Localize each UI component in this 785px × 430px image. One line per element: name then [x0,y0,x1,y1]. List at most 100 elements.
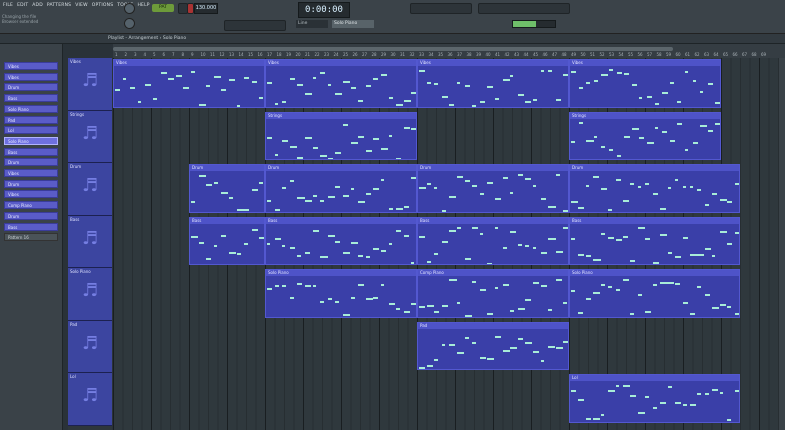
pattern-item[interactable]: Vibes [4,62,58,70]
pattern-item[interactable]: Bass [4,94,58,103]
pattern-item[interactable]: Bass [4,147,58,156]
pattern-item[interactable]: Vibes [4,72,58,81]
note-mark [645,310,652,313]
pattern-item[interactable]: Solo Piano [4,136,58,145]
note-mark [343,313,350,316]
pattern-clip[interactable]: Strings [265,111,417,160]
note-mark [707,129,713,132]
master-volume-knob[interactable] [124,3,135,14]
pattern-item[interactable]: Lol [4,126,58,135]
note-mark [297,282,302,285]
pattern-clip[interactable]: Vibes [113,59,265,108]
pattern-clip[interactable]: Comp Piano [417,269,569,318]
note-mark [358,99,364,102]
note-mark [449,103,454,106]
menu-item-edit[interactable]: EDIT [16,3,29,11]
pattern-clip[interactable]: Drum [189,164,265,213]
track-header[interactable]: Solo Piano ♬ [68,268,112,321]
pattern-item[interactable]: Comp Piano [4,201,58,210]
tempo-display[interactable]: 130.000 [194,3,218,14]
window-shortcuts-group[interactable] [478,3,570,14]
track-header[interactable]: Drum ♬ [68,163,112,216]
pattern-clip[interactable]: Vibes [417,59,569,108]
note-mark [236,253,241,256]
clip-label: Vibes [114,60,264,66]
note-mark [206,258,212,261]
track-header[interactable]: Lol ♬ [68,373,112,426]
pattern-clip[interactable]: Drum [265,164,417,213]
pattern-clip[interactable]: Solo Piano [265,269,417,318]
pattern-item[interactable]: Drum [4,158,58,167]
master-pitch-knob[interactable] [124,18,135,29]
note-mark [411,127,416,130]
menu-item-file[interactable]: FILE [2,3,14,11]
pattern-item[interactable]: Drum [4,211,58,220]
note-mark [548,69,552,72]
pattern-clip[interactable]: Bass [189,216,265,265]
pattern-clip[interactable]: Pad [417,321,569,370]
pattern-clip[interactable]: Bass [569,216,740,265]
ruler-bar-number: 32 [409,52,415,57]
note-mark [343,80,351,83]
note-mark [517,94,525,97]
pattern-item[interactable]: Bass [4,222,58,231]
ruler-bar-number: 60 [675,52,681,57]
note-mark [419,186,427,189]
ruler-bar-number: 48 [561,52,567,57]
note-mark [712,306,719,309]
track-header[interactable]: Bass ♬ [68,215,112,268]
track-header[interactable]: Vibes ♬ [68,58,112,111]
pattern-item[interactable]: Solo Piano [4,104,58,113]
track-name: Lol [70,374,76,379]
record-button[interactable] [187,3,194,14]
pattern-clip[interactable]: Solo Piano [569,269,740,318]
playlist-grid[interactable]: Vibes Vibes Vibes Vibes Strings Strings Drum Dr… [113,58,779,430]
note-mark [608,208,613,211]
pattern-clip[interactable]: Strings [569,111,721,160]
pattern-clip[interactable]: Bass [265,216,417,265]
pattern-clip[interactable]: Lol [569,374,740,423]
menu-item-add[interactable]: ADD [31,3,44,11]
pattern-clip[interactable]: Bass [417,216,569,265]
pattern-item[interactable]: Drum [4,179,58,188]
note-mark [464,258,472,261]
note-mark [441,304,449,307]
note-mark [358,135,365,138]
pattern-item[interactable]: Drum [4,83,58,92]
pattern-item[interactable]: Pattern 16 [4,233,58,242]
pattern-item[interactable]: Pad [4,115,58,124]
pattern-clip[interactable]: Drum [417,164,569,213]
pattern-clip[interactable]: Drum [569,164,740,213]
menu-item-view[interactable]: VIEW [74,3,89,11]
menu-item-patterns[interactable]: PATTERNS [46,3,72,11]
current-channel-name[interactable]: Solo Piano [332,20,374,28]
note-mark [229,196,234,199]
note-mark [267,288,272,291]
note-mark [624,72,630,75]
note-mark [259,236,264,239]
ruler-bar-number: 57 [647,52,653,57]
menu-item-options[interactable]: OPTIONS [91,3,115,11]
menu-item-help[interactable]: HELP [136,3,150,11]
track-header[interactable]: Pad ♬ [68,320,112,373]
note-mark [282,186,287,189]
snap-select[interactable]: Line [296,20,328,28]
vertical-scrollbar[interactable] [779,58,785,430]
pattern-clip[interactable]: Vibes [265,59,417,108]
note-mark [630,182,634,185]
hint-panel: Changing the file Browser extended [2,14,102,24]
track-header[interactable]: Strings ♬ [68,110,112,163]
ruler-bar-number: 65 [723,52,729,57]
pattern-item[interactable]: Vibes [4,190,58,199]
note-mark [175,74,182,77]
pattern-clip[interactable]: Vibes [569,59,721,108]
note-mark [660,208,666,211]
pattern-song-toggle[interactable]: PAT [152,4,174,12]
snap-tools-group[interactable] [224,20,286,31]
note-mark [600,232,605,235]
note-mark [601,145,606,148]
ruler-bar-number: 61 [685,52,691,57]
pattern-item[interactable]: Vibes [4,169,58,177]
horizontal-scrollbar[interactable] [113,47,673,51]
note-mark [373,296,378,299]
